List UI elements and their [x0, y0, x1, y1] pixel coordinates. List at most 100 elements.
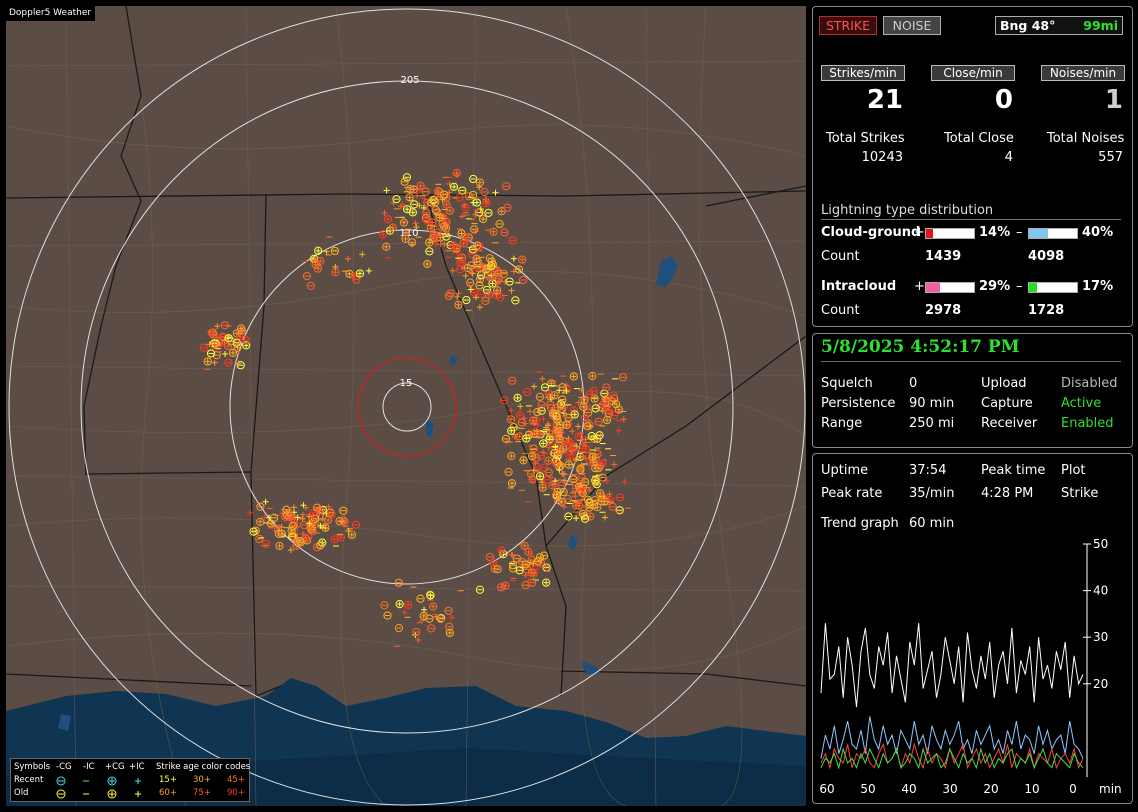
cg-minus-sign: – — [1016, 225, 1023, 240]
strike-marker — [528, 578, 537, 587]
strike-marker — [437, 241, 444, 248]
bearing-box: Bng 48° 99mi — [995, 16, 1123, 35]
strike-marker — [509, 552, 516, 559]
strike-marker — [519, 275, 528, 285]
receiver-label: Receiver — [981, 416, 1038, 431]
legend-col-pos-ic: +IC — [129, 762, 145, 772]
strike-marker — [540, 463, 549, 472]
receiver-value[interactable]: Enabled — [1061, 416, 1114, 431]
strike-marker — [203, 357, 212, 366]
squelch-label: Squelch — [821, 376, 873, 391]
map-canvas[interactable]: 20511015 — [6, 6, 806, 806]
strike-marker — [359, 251, 366, 258]
strike-marker — [503, 438, 510, 445]
strike-marker — [410, 200, 419, 209]
strike-marker — [540, 415, 547, 422]
strike-marker — [473, 294, 480, 301]
legend-age-15: 15+ — [159, 775, 177, 785]
cg-positive-bar — [925, 228, 975, 239]
strike-marker — [538, 483, 547, 492]
legend-col-neg-cg: -CG — [56, 762, 72, 772]
strike-marker — [468, 269, 475, 276]
cg-negative-count: 4098 — [1028, 249, 1065, 264]
strike-marker — [497, 583, 506, 592]
strike-marker — [569, 372, 578, 381]
capture-value[interactable]: Active — [1061, 396, 1101, 411]
strike-marker — [475, 585, 485, 594]
noise-indicator[interactable]: NOISE — [883, 16, 941, 35]
close-per-min-value: 0 — [994, 85, 1013, 115]
peak-time-value: 4:28 PM — [981, 486, 1034, 501]
strike-marker — [454, 300, 463, 309]
strike-marker — [345, 255, 352, 262]
strike-marker — [220, 321, 229, 330]
stats-panel: Uptime 37:54 Peak time Plot Peak rate 35… — [812, 453, 1133, 804]
strike-marker — [480, 187, 489, 197]
upload-value[interactable]: Disabled — [1061, 376, 1117, 391]
strike-marker — [414, 192, 421, 199]
strike-marker — [542, 578, 551, 587]
trend-graph-label: Trend graph — [821, 516, 899, 531]
strikes-per-min-value: 21 — [866, 85, 903, 115]
lightning-map[interactable]: 205 110 15 Doppler5 Weather Symbols -CG -I… — [6, 6, 806, 806]
strike-marker — [569, 428, 576, 435]
total-noises-label: Total Noises — [1047, 131, 1125, 146]
strike-marker — [602, 514, 609, 521]
strike-marker — [444, 606, 453, 615]
ic-positive-pct: 29% — [979, 279, 1011, 294]
counts-panel: STRIKE NOISE Bng 48° 99mi Strikes/min Cl… — [812, 6, 1133, 327]
legend-age-45: 45+ — [227, 775, 245, 785]
strike-marker — [380, 601, 389, 610]
strike-marker — [222, 350, 229, 357]
strike-marker — [515, 566, 524, 575]
strike-marker — [262, 498, 269, 505]
strike-marker — [445, 206, 454, 215]
bearing-label: Bng 48° — [1000, 18, 1056, 33]
strike-marker — [524, 547, 533, 557]
strike-marker — [330, 246, 339, 256]
strike-marker — [499, 269, 508, 278]
legend-recent-label: Recent — [14, 775, 44, 785]
cg-negative-pct: 40% — [1082, 225, 1114, 240]
strike-marker — [469, 270, 476, 277]
strike-marker — [519, 456, 528, 465]
strike-marker — [513, 393, 522, 402]
strike-marker — [539, 439, 548, 448]
strike-marker — [422, 208, 431, 217]
strike-marker — [515, 411, 525, 420]
trend-xtick-label: 40 — [901, 782, 916, 796]
strike-indicator[interactable]: STRIKE — [819, 16, 877, 35]
total-strikes-label: Total Strikes — [826, 131, 905, 146]
trend-x-unit: min — [1099, 782, 1122, 796]
county-lines — [6, 6, 806, 806]
upload-label: Upload — [981, 376, 1027, 391]
strike-marker — [478, 214, 488, 224]
strike-marker — [492, 286, 502, 295]
trend-graph-value[interactable]: 60 min — [909, 516, 954, 531]
strike-marker — [602, 416, 612, 425]
persistence-value: 90 min — [909, 396, 955, 411]
strike-marker — [306, 281, 315, 290]
strike-marker — [401, 609, 408, 616]
legend-age-title: Strike age color codes — [156, 762, 251, 772]
strike-marker — [502, 182, 511, 191]
strike-marker — [539, 375, 546, 382]
strike-marker — [531, 383, 538, 390]
legend-old-label: Old — [14, 788, 29, 798]
noises-per-min-value: 1 — [1104, 85, 1123, 115]
trend-graph: 50 40 30 20 60 50 40 30 20 10 0 min — [819, 537, 1122, 796]
range-label-0: 205 — [400, 75, 419, 86]
uptime-value: 37:54 — [909, 463, 947, 478]
strike-marker — [484, 290, 494, 299]
cloud-ground-label: Cloud-ground — [821, 225, 921, 240]
trend-xtick-label: 50 — [860, 782, 875, 796]
ic-negative-pct: 17% — [1082, 279, 1114, 294]
strike-marker — [462, 272, 469, 279]
strike-marker — [573, 515, 580, 522]
strike-marker — [395, 600, 404, 609]
strike-marker — [299, 515, 306, 522]
strike-marker — [383, 611, 392, 620]
strike-marker — [416, 181, 425, 190]
plot-value[interactable]: Strike — [1061, 486, 1098, 501]
range-value: 250 mi — [909, 416, 955, 431]
